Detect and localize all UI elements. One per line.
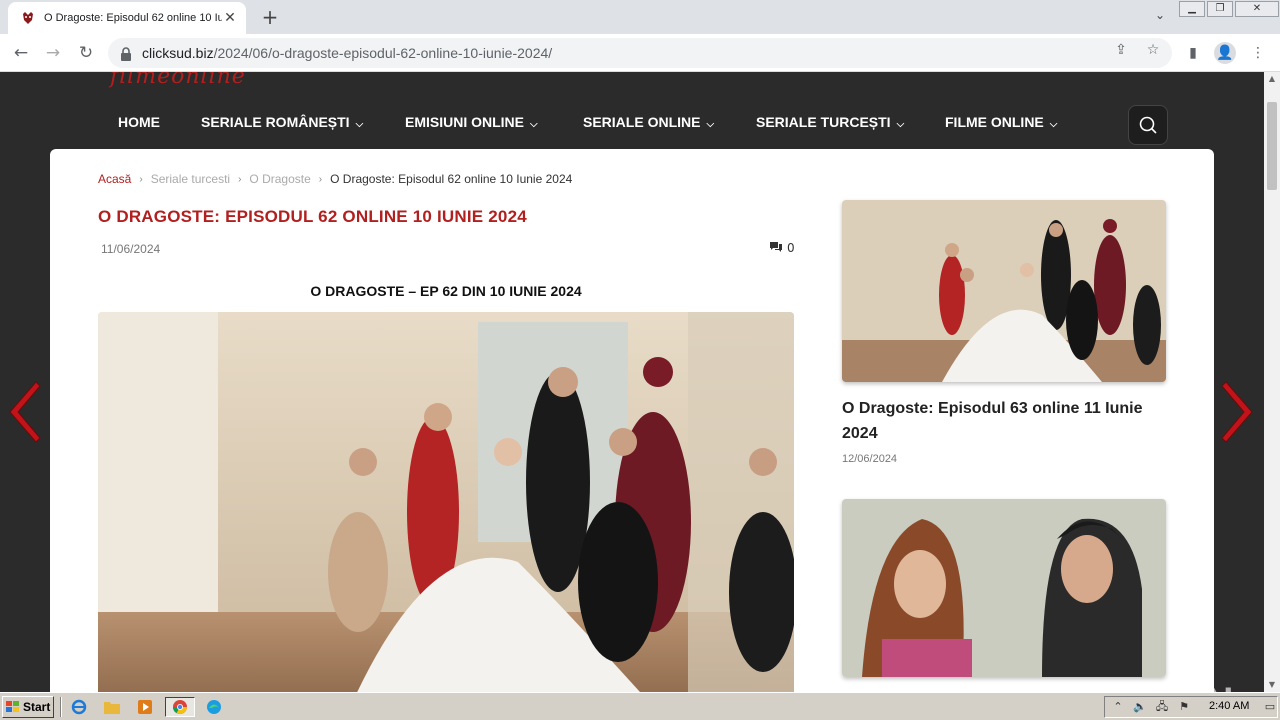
network-icon[interactable]: 🖧 bbox=[1153, 699, 1171, 715]
forward-arrow-icon[interactable]: → bbox=[42, 42, 64, 64]
nav-label: SERIALE ONLINE bbox=[583, 114, 701, 130]
file-explorer-icon[interactable] bbox=[101, 697, 123, 717]
edge-icon[interactable] bbox=[203, 697, 225, 717]
nav-label: SERIALE ROMÂNEȘTI bbox=[201, 114, 350, 130]
browser-tab-active[interactable]: O Dragoste: Episodul 62 online 10 Iu ✕ bbox=[8, 2, 246, 34]
nav-item-home[interactable]: HOME bbox=[118, 114, 160, 130]
taskbar-separator bbox=[60, 697, 62, 717]
anyrun-watermark: ANY RUN bbox=[1040, 680, 1236, 692]
start-label: Start bbox=[23, 700, 51, 714]
address-bar[interactable]: clicksud.biz/2024/06/o-dragoste-episodul… bbox=[108, 38, 1172, 68]
breadcrumb-separator-icon: › bbox=[139, 173, 143, 185]
chevron-down-icon: ⌵ bbox=[355, 119, 364, 130]
main-navigation: HOME SERIALE ROMÂNEȘTI ⌵ EMISIUNI ONLINE ⌵… bbox=[0, 102, 1264, 146]
tab-search-chevron-icon[interactable]: ⌄ bbox=[1150, 8, 1170, 28]
action-center-flag-icon[interactable]: ⚑ bbox=[1175, 699, 1193, 715]
sidebar-post-title[interactable]: O Dragoste: Episodul 63 online 11 Iunie … bbox=[842, 396, 1166, 446]
browser-toolbar: ← → ↻ clicksud.biz/2024/06/o-dragoste-ep… bbox=[0, 34, 1280, 72]
url-host: clicksud.biz bbox=[142, 45, 214, 61]
media-player-icon[interactable] bbox=[134, 697, 156, 717]
nav-label: EMISIUNI ONLINE bbox=[405, 114, 525, 130]
tab-title: O Dragoste: Episodul 62 online 10 Iu bbox=[44, 12, 222, 24]
internet-explorer-icon[interactable] bbox=[68, 697, 90, 717]
breadcrumb-home-link[interactable]: Acasă bbox=[98, 172, 131, 186]
show-desktop-icon[interactable]: ▭ bbox=[1261, 699, 1279, 715]
url-text: clicksud.biz/2024/06/o-dragoste-episodul… bbox=[142, 45, 552, 61]
nav-item-filme-online[interactable]: FILME ONLINE ⌵ bbox=[945, 114, 1057, 130]
comments-icon bbox=[770, 241, 782, 255]
chevron-down-icon: ⌵ bbox=[706, 119, 715, 130]
nav-item-seriale-online[interactable]: SERIALE ONLINE ⌵ bbox=[583, 114, 714, 130]
bookmark-star-icon[interactable]: ☆ bbox=[1144, 41, 1162, 59]
comment-count: 0 bbox=[787, 241, 795, 255]
menu-kebab-icon[interactable]: ⋮ bbox=[1247, 42, 1269, 64]
lock-icon[interactable] bbox=[120, 46, 134, 61]
sidebar-post-thumbnail[interactable] bbox=[842, 200, 1166, 382]
window-close-button[interactable]: ✕ bbox=[1235, 1, 1279, 17]
sidebar-post-thumbnail[interactable] bbox=[842, 499, 1166, 677]
comment-count-link[interactable]: 0 bbox=[770, 241, 795, 255]
profile-avatar-icon[interactable]: 👤 bbox=[1214, 42, 1236, 64]
nav-item-emisiuni-online[interactable]: EMISIUNI ONLINE ⌵ bbox=[405, 114, 538, 130]
search-icon bbox=[1139, 116, 1157, 134]
breadcrumb-category-link[interactable]: Seriale turcesti bbox=[151, 172, 230, 186]
nav-item-seriale-romanesti[interactable]: SERIALE ROMÂNEȘTI ⌵ bbox=[201, 114, 363, 130]
chrome-taskbar-button[interactable] bbox=[165, 697, 195, 717]
nav-item-seriale-turcesti[interactable]: SERIALE TURCEȘTI ⌵ bbox=[756, 114, 904, 130]
episode-heading: O DRAGOSTE – EP 62 DIN 10 IUNIE 2024 bbox=[310, 283, 582, 299]
episode-poster-image[interactable] bbox=[98, 312, 794, 692]
site-favicon-icon bbox=[20, 10, 36, 26]
volume-icon[interactable]: 🔈 bbox=[1131, 699, 1149, 715]
browser-tab-bar: O Dragoste: Episodul 62 online 10 Iu ✕ +… bbox=[0, 0, 1280, 34]
site-logo[interactable]: filmeonline bbox=[110, 72, 246, 89]
tray-expand-icon[interactable]: ⌃ bbox=[1109, 699, 1127, 715]
url-path: /2024/06/o-dragoste-episodul-62-online-1… bbox=[213, 45, 553, 61]
chrome-icon bbox=[173, 700, 187, 714]
breadcrumb: Acasă › Seriale turcesti › O Dragoste › … bbox=[98, 172, 572, 186]
breadcrumb-separator-icon: › bbox=[318, 173, 323, 185]
previous-post-arrow-icon[interactable] bbox=[6, 380, 42, 444]
page-scrollbar[interactable]: ▲ ▼ bbox=[1264, 72, 1280, 692]
side-panel-icon[interactable]: ▮ bbox=[1182, 42, 1204, 64]
system-tray: ⌃ 🔈 🖧 ⚑ 2:40 AM ▭ bbox=[1104, 696, 1278, 718]
breadcrumb-current: O Dragoste: Episodul 62 online 10 Iunie … bbox=[330, 172, 573, 186]
scroll-up-icon[interactable]: ▲ bbox=[1264, 72, 1280, 86]
window-controls: ▁ ❐ ✕ bbox=[1178, 0, 1280, 18]
back-arrow-icon[interactable]: ← bbox=[10, 42, 32, 64]
nav-label: SERIALE TURCEȘTI bbox=[756, 114, 891, 130]
site-search-button[interactable] bbox=[1128, 105, 1168, 145]
tab-close-icon[interactable]: ✕ bbox=[222, 10, 238, 26]
start-button[interactable]: Start bbox=[2, 696, 54, 718]
share-icon[interactable]: ⇪ bbox=[1112, 41, 1130, 59]
sidebar-post-card[interactable] bbox=[842, 499, 1166, 677]
breadcrumb-series-link[interactable]: O Dragoste bbox=[249, 172, 310, 186]
restore-button[interactable]: ❐ bbox=[1207, 1, 1233, 17]
next-post-arrow-icon[interactable] bbox=[1220, 380, 1256, 444]
nav-label: HOME bbox=[118, 114, 160, 130]
scrollbar-thumb[interactable] bbox=[1267, 102, 1277, 190]
post-title: O DRAGOSTE: EPISODUL 62 ONLINE 10 IUNIE … bbox=[98, 207, 527, 226]
sidebar-post-card[interactable]: O Dragoste: Episodul 63 online 11 Iunie … bbox=[842, 200, 1166, 465]
scroll-down-icon[interactable]: ▼ bbox=[1264, 678, 1280, 692]
chevron-down-icon: ⌵ bbox=[1049, 119, 1058, 130]
windows-taskbar: Start ⌃ 🔈 🖧 ⚑ 2:40 AM ▭ bbox=[0, 692, 1280, 720]
chevron-down-icon: ⌵ bbox=[896, 119, 905, 130]
content-panel: Acasă › Seriale turcesti › O Dragoste › … bbox=[50, 149, 1214, 692]
taskbar-clock[interactable]: 2:40 AM bbox=[1209, 700, 1249, 712]
web-page: filmeonline HOME SERIALE ROMÂNEȘTI ⌵ EMIS… bbox=[0, 72, 1264, 692]
windows-flag-icon bbox=[6, 701, 19, 712]
reload-icon[interactable]: ↻ bbox=[75, 42, 97, 64]
breadcrumb-separator-icon: › bbox=[238, 173, 242, 185]
post-date: 11/06/2024 bbox=[101, 242, 161, 256]
chevron-down-icon: ⌵ bbox=[530, 119, 538, 130]
sidebar-post-date: 12/06/2024 bbox=[842, 453, 898, 465]
nav-label: FILME ONLINE bbox=[945, 114, 1044, 130]
minimize-button[interactable]: ▁ bbox=[1179, 1, 1205, 17]
new-tab-button[interactable]: + bbox=[258, 6, 282, 30]
